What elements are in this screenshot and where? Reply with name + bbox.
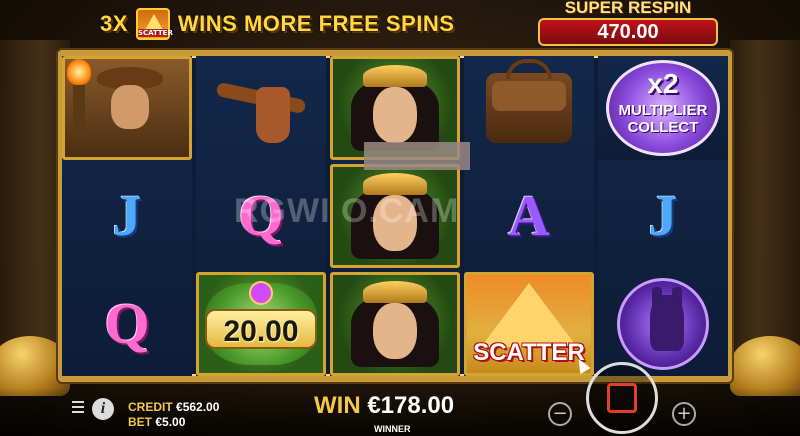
letter-j: J [648,183,678,248]
letter-q: Q [104,291,150,356]
holster-symbol [196,56,326,160]
reel-4: A SCATTER [464,56,594,376]
super-respin-panel: SUPER RESPIN 470.00 [532,0,724,50]
decrease-bet-button[interactable]: − [548,402,572,426]
pyramid-icon [481,283,577,347]
cleopatra-symbol [330,272,460,376]
letter-j: J [112,183,142,248]
win-display: WIN €178.00 [314,392,454,420]
redaction-block [364,142,470,170]
reel-5: x2 MULTIPLIER COLLECT J [598,56,728,376]
info-icon[interactable]: i [92,398,114,420]
scatter-mini-label: SCATTER [137,29,173,37]
letter-j-symbol: J [598,164,728,268]
gem-icon [249,281,273,305]
credit-value: €562.00 [176,400,220,414]
multiplier-value: x2 [647,68,679,99]
win-value: €178.00 [367,392,455,419]
banner-text: WINS MORE FREE SPINS [177,11,455,36]
coin-value: 20.00 [223,315,299,348]
watermark: RGWI O.CAM [234,192,460,230]
anubis-symbol [598,272,728,376]
winner-label: WINNER [374,424,411,434]
satchel-symbol [464,56,594,160]
stop-icon [607,383,637,413]
multiplier-label: MULTIPLIER COLLECT [618,102,708,136]
credit-bet-panel: CREDIT €562.00 BET €5.00 [128,400,219,430]
letter-q-symbol: Q [62,272,192,376]
multiplier-collect-symbol: x2 MULTIPLIER COLLECT [598,56,728,160]
menu-icon[interactable] [72,401,84,413]
super-respin-title: SUPER RESPIN [564,0,692,17]
explorer-symbol [62,56,192,160]
bet-value: €5.00 [155,415,186,429]
anubis-icon [650,295,684,351]
bet-label: BET [128,415,152,429]
banner-prefix: 3X [100,11,128,36]
spin-button[interactable] [586,362,658,434]
scatter-label: SCATTER [473,339,585,366]
super-respin-value: 470.00 [538,18,718,46]
win-label: WIN [314,392,361,419]
flame-icon [67,59,91,85]
letter-j-symbol: J [62,164,192,268]
letter-a: A [508,183,550,248]
reel-1: J Q [62,56,192,376]
gold-treasure-right [730,336,800,396]
credit-label: CREDIT [128,400,173,414]
scarab-coin-symbol: 20.00 [196,272,326,376]
increase-bet-button[interactable]: + [672,402,696,426]
explorer-face [111,85,149,129]
letter-a-symbol: A [464,164,594,268]
scatter-mini-icon: SCATTER [135,8,173,40]
anubis-statue-right [730,40,800,380]
feature-banner: 3X SCATTER WINS MORE FREE SPINS [100,6,454,42]
